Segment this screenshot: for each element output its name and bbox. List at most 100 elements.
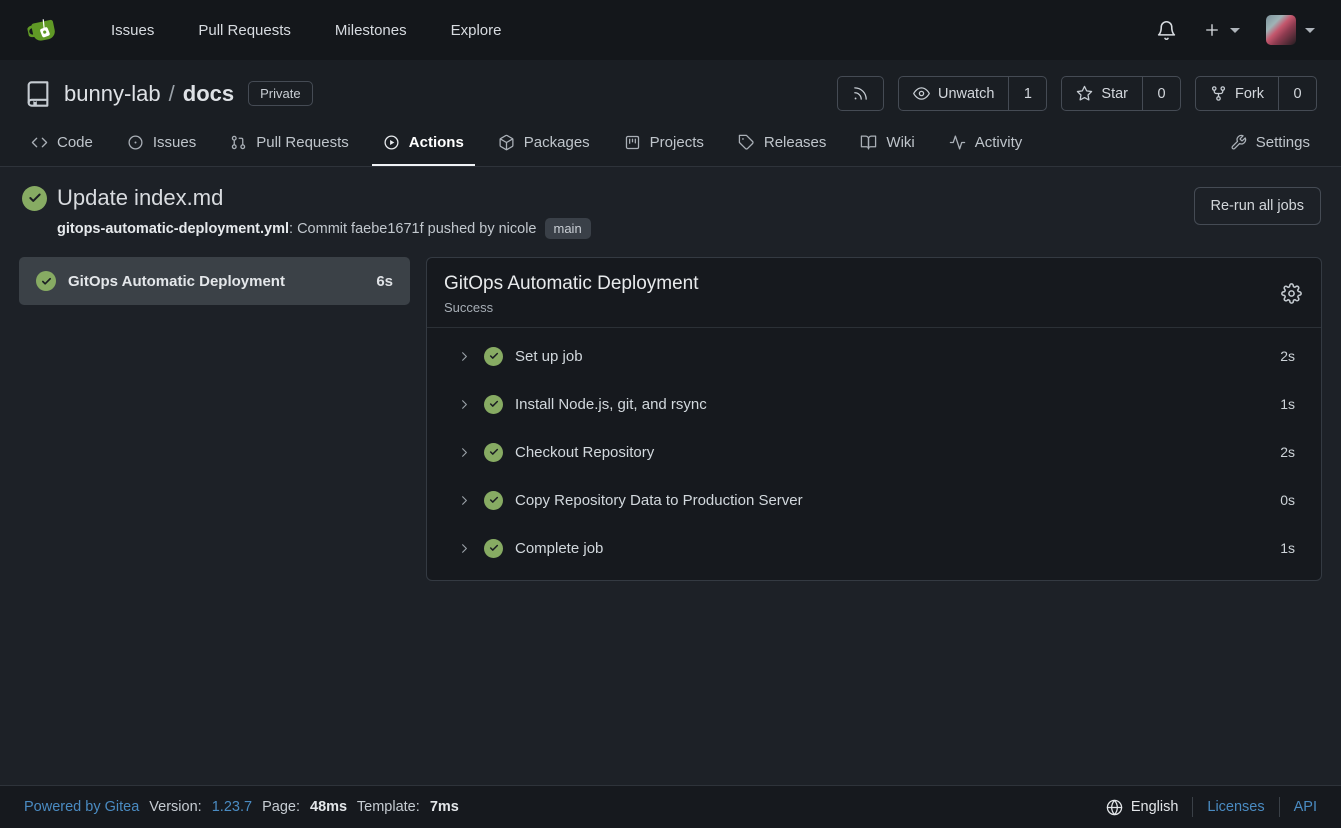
chevron-right-icon[interactable] xyxy=(457,397,472,412)
tab-releases[interactable]: Releases xyxy=(727,123,838,166)
language-selector[interactable]: English xyxy=(1106,799,1179,816)
step-duration: 1s xyxy=(1280,540,1295,556)
step-row-install-node[interactable]: Install Node.js, git, and rsync 1s xyxy=(427,380,1321,428)
repo-breadcrumb: bunny-lab / docs xyxy=(64,81,234,107)
rerun-all-jobs-button[interactable]: Re-run all jobs xyxy=(1194,187,1322,225)
step-row-copy-repository-data[interactable]: Copy Repository Data to Production Serve… xyxy=(427,476,1321,524)
fork-button[interactable]: Fork xyxy=(1196,77,1278,110)
step-duration: 2s xyxy=(1280,444,1295,460)
chevron-down-icon xyxy=(1230,28,1240,33)
tab-actions[interactable]: Actions xyxy=(372,123,475,166)
chevron-right-icon[interactable] xyxy=(457,349,472,364)
footer-divider xyxy=(1279,797,1280,817)
job-status-text: Success xyxy=(444,300,699,315)
tab-activity[interactable]: Activity xyxy=(938,123,1034,166)
template-time-label: Template: xyxy=(357,799,420,815)
run-title: Update index.md xyxy=(57,185,223,211)
tab-projects[interactable]: Projects xyxy=(613,123,715,166)
rss-button[interactable] xyxy=(837,76,884,111)
repo-owner-link[interactable]: bunny-lab xyxy=(64,81,161,107)
step-row-checkout-repository[interactable]: Checkout Repository 2s xyxy=(427,428,1321,476)
avatar xyxy=(1266,15,1296,45)
create-new-dropdown[interactable] xyxy=(1203,21,1240,39)
nav-issues[interactable]: Issues xyxy=(94,12,171,49)
steps-list: Set up job 2s Install Node.js, git, and … xyxy=(427,328,1321,580)
gitea-logo[interactable] xyxy=(26,10,66,50)
fork-button-group: Fork 0 xyxy=(1195,76,1317,111)
template-time-value: 7ms xyxy=(430,799,459,815)
tab-code[interactable]: Code xyxy=(20,123,104,166)
step-name: Set up job xyxy=(515,348,1268,365)
star-button-group: Star 0 xyxy=(1061,76,1181,111)
star-button[interactable]: Star xyxy=(1062,77,1142,110)
step-name: Install Node.js, git, and rsync xyxy=(515,396,1268,413)
chevron-right-icon[interactable] xyxy=(457,541,472,556)
step-row-setup-job[interactable]: Set up job 2s xyxy=(427,332,1321,380)
forks-count[interactable]: 0 xyxy=(1278,77,1316,110)
watchers-count[interactable]: 1 xyxy=(1008,77,1046,110)
tab-packages[interactable]: Packages xyxy=(487,123,601,166)
job-panel-title: GitOps Automatic Deployment xyxy=(444,273,699,295)
nav-milestones[interactable]: Milestones xyxy=(318,12,424,49)
rss-icon xyxy=(852,85,869,102)
nav-pull-requests[interactable]: Pull Requests xyxy=(181,12,308,49)
commit-info: : Commit faebe1671f pushed by nicole xyxy=(289,221,536,237)
notifications-bell-icon[interactable] xyxy=(1156,20,1177,41)
run-content: GitOps Automatic Deployment 6s GitOps Au… xyxy=(0,253,1341,785)
step-success-check-icon xyxy=(484,539,503,558)
tab-pull-requests[interactable]: Pull Requests xyxy=(219,123,360,166)
branch-badge[interactable]: main xyxy=(545,218,591,239)
page-time-value: 48ms xyxy=(310,799,347,815)
nav-explore[interactable]: Explore xyxy=(434,12,519,49)
repo-tabs: Code Issues Pull Requests Actions Packag… xyxy=(0,121,1341,166)
step-duration: 0s xyxy=(1280,492,1295,508)
version-label: Version: xyxy=(149,799,201,815)
workflow-run-header: Update index.md gitops-automatic-deploym… xyxy=(0,167,1341,253)
stars-count[interactable]: 0 xyxy=(1142,77,1180,110)
issue-icon xyxy=(127,134,144,151)
job-options-gear-icon[interactable] xyxy=(1279,281,1304,306)
tab-issues[interactable]: Issues xyxy=(116,123,207,166)
job-name: GitOps Automatic Deployment xyxy=(68,273,364,290)
powered-by-gitea-link[interactable]: Powered by Gitea xyxy=(24,799,139,815)
star-icon xyxy=(1076,85,1093,102)
step-success-check-icon xyxy=(484,347,503,366)
project-board-icon xyxy=(624,134,641,151)
step-success-check-icon xyxy=(484,395,503,414)
step-success-check-icon xyxy=(484,443,503,462)
run-success-check-icon xyxy=(22,186,47,211)
tab-wiki[interactable]: Wiki xyxy=(849,123,925,166)
fork-icon xyxy=(1210,85,1227,102)
jobs-sidebar: GitOps Automatic Deployment 6s xyxy=(19,257,410,305)
footer-divider xyxy=(1192,797,1193,817)
private-badge: Private xyxy=(248,81,312,106)
api-link[interactable]: API xyxy=(1294,799,1317,815)
job-list-item-selected[interactable]: GitOps Automatic Deployment 6s xyxy=(19,257,410,305)
step-name: Complete job xyxy=(515,540,1268,557)
step-success-check-icon xyxy=(484,491,503,510)
step-duration: 1s xyxy=(1280,396,1295,412)
tab-settings[interactable]: Settings xyxy=(1219,123,1321,166)
page-footer: Powered by Gitea Version: 1.23.7 Page: 4… xyxy=(0,785,1341,828)
job-panel-header: GitOps Automatic Deployment Success xyxy=(427,258,1321,328)
repo-name-link[interactable]: docs xyxy=(183,81,234,107)
chevron-right-icon[interactable] xyxy=(457,445,472,460)
unwatch-button[interactable]: Unwatch xyxy=(899,77,1008,110)
user-menu[interactable] xyxy=(1266,15,1315,45)
step-row-complete-job[interactable]: Complete job 1s xyxy=(427,524,1321,572)
globe-icon xyxy=(1106,799,1123,816)
eye-icon xyxy=(913,85,930,102)
page-time-label: Page: xyxy=(262,799,300,815)
chevron-right-icon[interactable] xyxy=(457,493,472,508)
plus-icon xyxy=(1203,21,1221,39)
version-link[interactable]: 1.23.7 xyxy=(212,799,252,815)
workflow-file-name[interactable]: gitops-automatic-deployment.yml xyxy=(57,221,289,237)
repo-icon xyxy=(24,80,52,108)
tag-icon xyxy=(738,134,755,151)
repo-header: bunny-lab / docs Private Unwatch 1 xyxy=(0,60,1341,167)
chevron-down-icon xyxy=(1305,28,1315,33)
step-name: Checkout Repository xyxy=(515,444,1268,461)
licenses-link[interactable]: Licenses xyxy=(1207,799,1264,815)
tabs-spacer xyxy=(1039,123,1213,166)
job-detail-panel: GitOps Automatic Deployment Success Set … xyxy=(426,257,1322,581)
